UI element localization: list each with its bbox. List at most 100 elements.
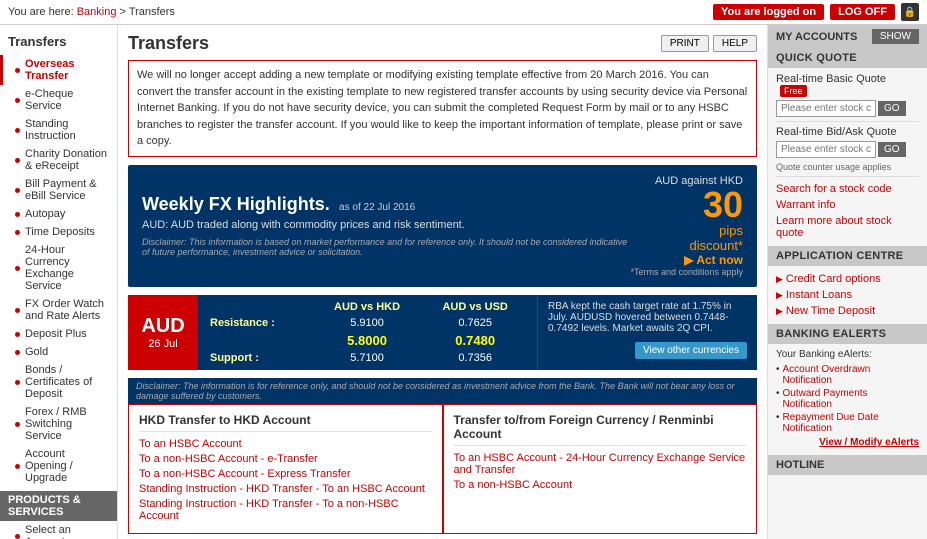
sidebar-item-select-account[interactable]: Select an Account: [0, 521, 117, 539]
search-stock-link[interactable]: Search for a stock code: [776, 181, 919, 197]
ealert-item-1: Outward Payments Notification: [776, 387, 919, 411]
app-centre-title: APPLICATION CENTRE: [768, 246, 927, 266]
content-header: Transfers PRINT HELP: [128, 33, 757, 54]
sidebar-item-overseas-transfer[interactable]: Overseas Transfer: [0, 55, 117, 85]
my-accounts-title: MY ACCOUNTS: [776, 31, 857, 43]
hkd-link-1[interactable]: To a non-HSBC Account - e-Transfer: [139, 453, 432, 465]
sidebar-title: Transfers: [0, 30, 117, 55]
s2-value: 0.7356: [421, 350, 529, 366]
hkd-link-3[interactable]: Standing Instruction - HKD Transfer - To…: [139, 483, 432, 495]
sidebar-item-account-opening[interactable]: Account Opening / Upgrade: [0, 445, 117, 487]
resistance-label: Resistance :: [206, 315, 313, 331]
view-currencies-button[interactable]: View other currencies: [635, 342, 747, 359]
fx-banner-pips: 30: [630, 187, 743, 223]
right-sidebar: MY ACCOUNTS SHOW QUICK QUOTE Real-time B…: [767, 25, 927, 539]
active-dot: [15, 68, 20, 73]
sidebar-item-24h-exchange[interactable]: 24-Hour Currency Exchange Service: [0, 241, 117, 295]
sidebar-item-fx-order[interactable]: FX Order Watch and Rate Alerts: [0, 295, 117, 325]
sidebar-item-gold[interactable]: Gold: [0, 343, 117, 361]
free-badge: Free: [780, 85, 807, 97]
counter-note: Quote counter usage applies: [776, 162, 919, 172]
r1h-value: 5.8000: [313, 331, 422, 350]
app-instant-loans[interactable]: Instant Loans: [776, 287, 919, 303]
bid-go-button[interactable]: GO: [878, 142, 906, 157]
sidebar-item-bonds[interactable]: Bonds / Certificates of Deposit: [0, 361, 117, 403]
breadcrumb-transfers: Transfers: [129, 6, 175, 18]
lock-icon: 🔒: [901, 3, 919, 21]
banking-ealerts-title: BANKING eALERTS: [768, 324, 927, 344]
aud-label: AUD: [141, 315, 184, 338]
col2-header: AUD vs USD: [421, 299, 529, 315]
bid-quote-row: GO: [776, 141, 919, 158]
notice-text: We will no longer accept adding a new te…: [137, 69, 747, 147]
fx-banner-pips-label: pips discount*: [630, 223, 743, 253]
transfer-grid: HKD Transfer to HKD Account To an HSBC A…: [128, 404, 757, 534]
fx-banner-date: as of 22 Jul 2016: [339, 202, 415, 213]
dot: [15, 350, 20, 355]
breadcrumb-prefix: You are here:: [8, 6, 74, 18]
show-button[interactable]: SHOW: [872, 29, 919, 44]
learn-more-link[interactable]: Learn more about stock quote: [776, 213, 919, 241]
basic-quote-input[interactable]: [776, 100, 876, 117]
app-centre-body: Credit Card options Instant Loans New Ti…: [768, 266, 927, 324]
dot: [15, 98, 20, 103]
quick-quote-body: Real-time Basic Quote Free GO Real-time …: [768, 68, 927, 246]
logoff-button[interactable]: LOG OFF: [830, 4, 895, 20]
header-buttons: PRINT HELP: [661, 35, 757, 52]
foreign-transfer-title: Transfer to/from Foreign Currency / Renm…: [454, 413, 747, 446]
dot: [15, 230, 20, 235]
aud-disclaimer: Disclaimer: The information is for refer…: [128, 378, 757, 404]
dot: [15, 128, 20, 133]
fx-banner-left: Weekly FX Highlights. as of 22 Jul 2016 …: [142, 194, 630, 257]
dot: [15, 308, 20, 313]
banking-ealerts-body: Your Banking eAlerts: Account Overdrawn …: [768, 344, 927, 455]
sidebar-item-time-deposits[interactable]: Time Deposits: [0, 223, 117, 241]
warrant-info-link[interactable]: Warrant info: [776, 197, 919, 213]
my-accounts-header: MY ACCOUNTS SHOW: [768, 25, 927, 48]
help-button[interactable]: HELP: [713, 35, 757, 52]
breadcrumb-banking[interactable]: Banking: [77, 6, 117, 18]
hkd-link-2[interactable]: To a non-HSBC Account - Express Transfer: [139, 468, 432, 480]
aud-rates: AUD vs HKD AUD vs USD Resistance : 5.910…: [198, 295, 537, 370]
bid-quote-input[interactable]: [776, 141, 876, 158]
aud-label-box: AUD 26 Jul: [128, 295, 198, 370]
page-title: Transfers: [128, 33, 209, 54]
sidebar-item-standing[interactable]: Standing Instruction: [0, 115, 117, 145]
realtime-basic-label: Real-time Basic Quote Free: [776, 73, 919, 97]
dot: [15, 422, 20, 427]
sidebar-item-forex-rmb[interactable]: Forex / RMB Switching Service: [0, 403, 117, 445]
sidebar-item-bill[interactable]: Bill Payment & eBill Service: [0, 175, 117, 205]
app-credit-card[interactable]: Credit Card options: [776, 271, 919, 287]
foreign-link-0[interactable]: To an HSBC Account - 24-Hour Currency Ex…: [454, 452, 747, 476]
top-bar: You are here: Banking > Transfers You ar…: [0, 0, 927, 25]
aud-info: RBA kept the cash target rate at 1.75% i…: [537, 295, 757, 370]
dot: [15, 158, 20, 163]
hkd-link-4[interactable]: Standing Instruction - HKD Transfer - To…: [139, 498, 432, 522]
login-bar: You are logged on LOG OFF 🔒: [713, 3, 919, 21]
r2h-value: 0.7480: [421, 331, 529, 350]
sidebar-item-deposit-plus[interactable]: Deposit Plus: [0, 325, 117, 343]
hotline-title: HOTLINE: [768, 455, 927, 475]
sidebar-item-autopay[interactable]: Autopay: [0, 205, 117, 223]
fx-banner-act-now[interactable]: Act now: [630, 253, 743, 267]
foreign-transfer-section: Transfer to/from Foreign Currency / Renm…: [443, 404, 758, 534]
notice-box: We will no longer accept adding a new te…: [128, 60, 757, 157]
view-modify-ealerts[interactable]: View / Modify eAlerts: [776, 435, 919, 450]
products-section-header: PRODUCTS & SERVICES: [0, 491, 117, 521]
app-time-deposit[interactable]: New Time Deposit: [776, 303, 919, 319]
sidebar-item-charity[interactable]: Charity Donation & eReceipt: [0, 145, 117, 175]
ealert-intro: Your Banking eAlerts:: [776, 349, 919, 360]
basic-quote-row: GO: [776, 100, 919, 117]
fx-banner-title-row: Weekly FX Highlights. as of 22 Jul 2016: [142, 194, 630, 215]
basic-go-button[interactable]: GO: [878, 101, 906, 116]
hkd-link-0[interactable]: To an HSBC Account: [139, 438, 432, 450]
col1-header: AUD vs HKD: [313, 299, 422, 315]
fx-banner-right: AUD against HKD 30 pips discount* Act no…: [630, 175, 743, 277]
foreign-link-1[interactable]: To a non-HSBC Account: [454, 479, 747, 491]
dot: [15, 212, 20, 217]
dot: [15, 266, 20, 271]
left-sidebar: Transfers Overseas Transfer e-Cheque Ser…: [0, 25, 118, 539]
sidebar-item-echeque[interactable]: e-Cheque Service: [0, 85, 117, 115]
s1-value: 5.7100: [313, 350, 422, 366]
print-button[interactable]: PRINT: [661, 35, 709, 52]
